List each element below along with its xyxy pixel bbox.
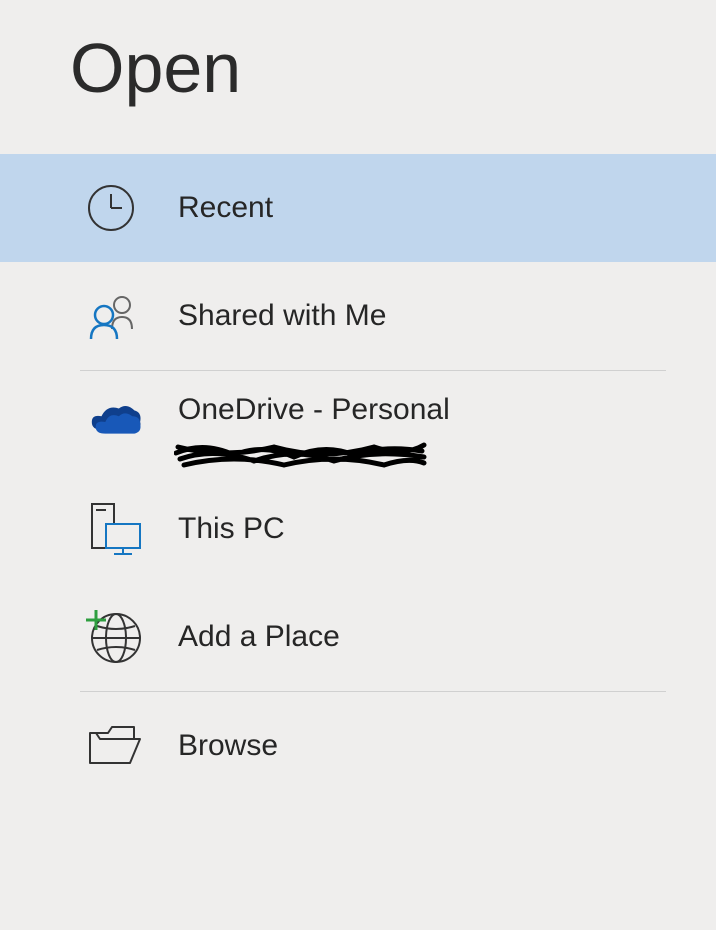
- redacted-scribble: [174, 437, 434, 476]
- menu-item-label: Recent: [178, 191, 273, 225]
- menu-item-label: Shared with Me: [178, 299, 386, 333]
- menu-item-onedrive[interactable]: OneDrive - Personal: [0, 371, 716, 475]
- menu-item-label: Add a Place: [178, 620, 340, 654]
- open-panel: Open Recent: [0, 0, 716, 800]
- menu-item-recent[interactable]: Recent: [0, 154, 716, 262]
- onedrive-icon: [86, 402, 144, 444]
- menu-item-label: This PC: [178, 512, 285, 546]
- menu-item-label: Browse: [178, 729, 278, 763]
- page-title: Open: [0, 28, 716, 108]
- menu-item-browse[interactable]: Browse: [0, 692, 716, 800]
- menu-item-thispc[interactable]: This PC: [0, 475, 716, 583]
- menu-item-addplace[interactable]: Add a Place: [0, 583, 716, 691]
- add-place-icon: [86, 610, 144, 664]
- location-menu: Recent Shared with Me: [0, 154, 716, 800]
- this-pc-icon: [86, 500, 144, 558]
- folder-open-icon: [86, 723, 144, 769]
- menu-item-label: OneDrive - Personal: [178, 393, 450, 427]
- clock-icon: [86, 183, 144, 233]
- menu-item-shared[interactable]: Shared with Me: [0, 262, 716, 370]
- people-icon: [86, 291, 144, 341]
